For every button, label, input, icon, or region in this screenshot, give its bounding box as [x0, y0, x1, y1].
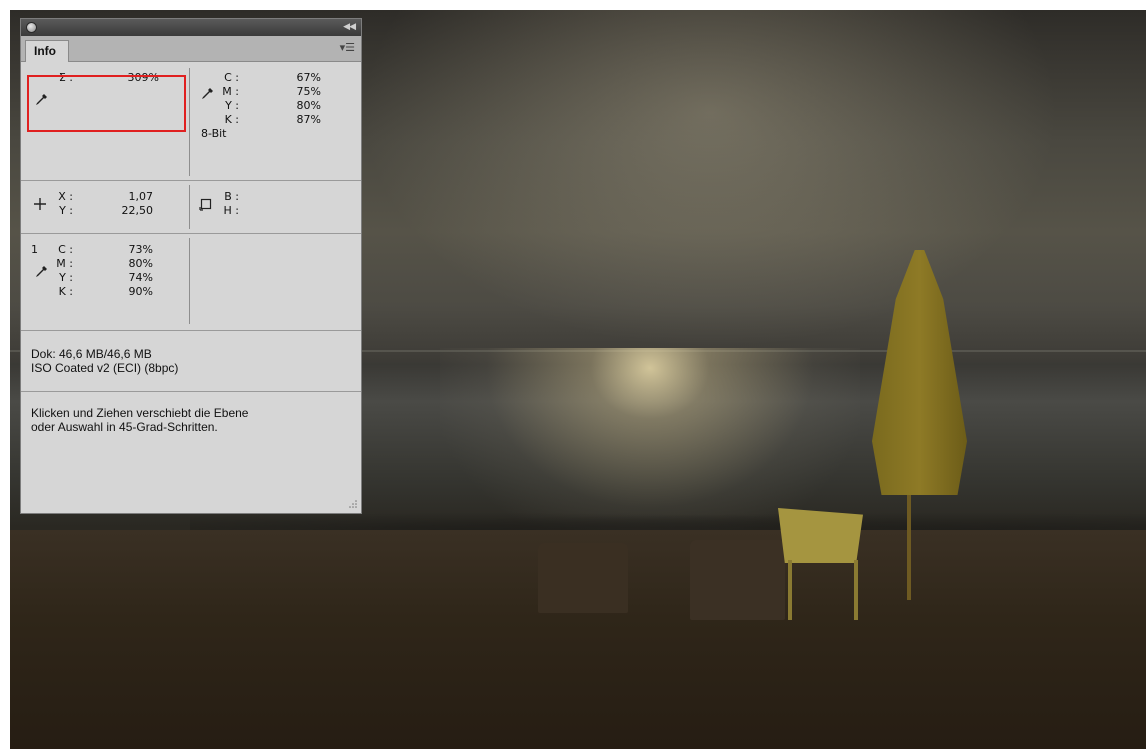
selection-size-icon: [199, 198, 212, 211]
panel-titlebar[interactable]: ◀◀: [21, 19, 361, 36]
sampler-y-value: 74%: [128, 271, 153, 284]
cmyk-c-label: C :: [224, 71, 239, 84]
color-sampler-section: 1 C : 73% M : 80% Y : 74% K : 90%: [21, 234, 361, 331]
cmyk-c-value: 67%: [296, 71, 321, 84]
tool-hint-line2: oder Auswahl in 45-Grad-Schritten.: [31, 420, 218, 434]
resize-grip-icon[interactable]: [348, 499, 358, 509]
eyedropper-icon: [201, 88, 213, 100]
collapse-icon[interactable]: ◀◀: [343, 21, 356, 32]
total-ink-value: 309%: [127, 71, 159, 84]
crosshair-icon: [34, 198, 46, 210]
y-value: 22,50: [121, 204, 154, 217]
divider: [189, 68, 190, 176]
cmyk-k-label: K :: [224, 113, 239, 126]
tool-hint-section: Klicken und Ziehen verschiebt die Ebene …: [21, 392, 361, 512]
position-section: X : 1,07 Y : 22,50 B : H :: [21, 181, 361, 234]
sampler-c-label: C :: [58, 243, 73, 256]
cmyk-m-label: M :: [222, 85, 239, 98]
beach-chair: [778, 508, 863, 563]
close-icon[interactable]: [26, 22, 37, 33]
info-panel: ◀◀ Info ▾☰ Σ : 309% C : 67% M : 75% Y : …: [20, 18, 362, 514]
total-ink-label: Σ :: [58, 71, 73, 84]
cmyk-y-label: Y :: [225, 99, 239, 112]
eyedropper-icon: [35, 94, 47, 106]
color-readout-section: Σ : 309% C : 67% M : 75% Y : 80% K : 87%…: [21, 62, 361, 181]
eyedropper-icon: [35, 266, 47, 278]
cmyk-y-value: 80%: [296, 99, 321, 112]
panel-tabbar: Info ▾☰: [21, 36, 361, 62]
sampler-k-label: K :: [58, 285, 73, 298]
panel-menu-icon[interactable]: ▾☰: [340, 41, 355, 54]
divider: [189, 238, 190, 324]
sampler-index: 1: [31, 243, 38, 256]
sampler-k-value: 90%: [128, 285, 153, 298]
beach-chair-legs: [788, 560, 858, 620]
bit-depth: 8-Bit: [201, 127, 227, 140]
divider: [189, 185, 190, 229]
height-label: H :: [223, 204, 239, 217]
sampler-c-value: 73%: [128, 243, 153, 256]
document-info-section: Dok: 46,6 MB/46,6 MB ISO Coated v2 (ECI)…: [21, 331, 361, 392]
tab-info[interactable]: Info: [25, 40, 69, 62]
y-label: Y :: [59, 204, 73, 217]
stone-block: [538, 543, 628, 613]
sampler-m-value: 80%: [128, 257, 153, 270]
stone-block: [690, 540, 785, 620]
width-label: B :: [224, 190, 239, 203]
tool-hint-line1: Klicken und Ziehen verschiebt die Ebene: [31, 406, 249, 420]
cmyk-m-value: 75%: [296, 85, 321, 98]
sampler-y-label: Y :: [59, 271, 73, 284]
sampler-m-label: M :: [56, 257, 73, 270]
x-value: 1,07: [128, 190, 154, 203]
x-label: X :: [58, 190, 73, 203]
cmyk-k-value: 87%: [296, 113, 321, 126]
document-size: Dok: 46,6 MB/46,6 MB: [31, 347, 152, 361]
sky-glow: [360, 10, 1060, 350]
color-profile: ISO Coated v2 (ECI) (8bpc): [31, 361, 179, 375]
